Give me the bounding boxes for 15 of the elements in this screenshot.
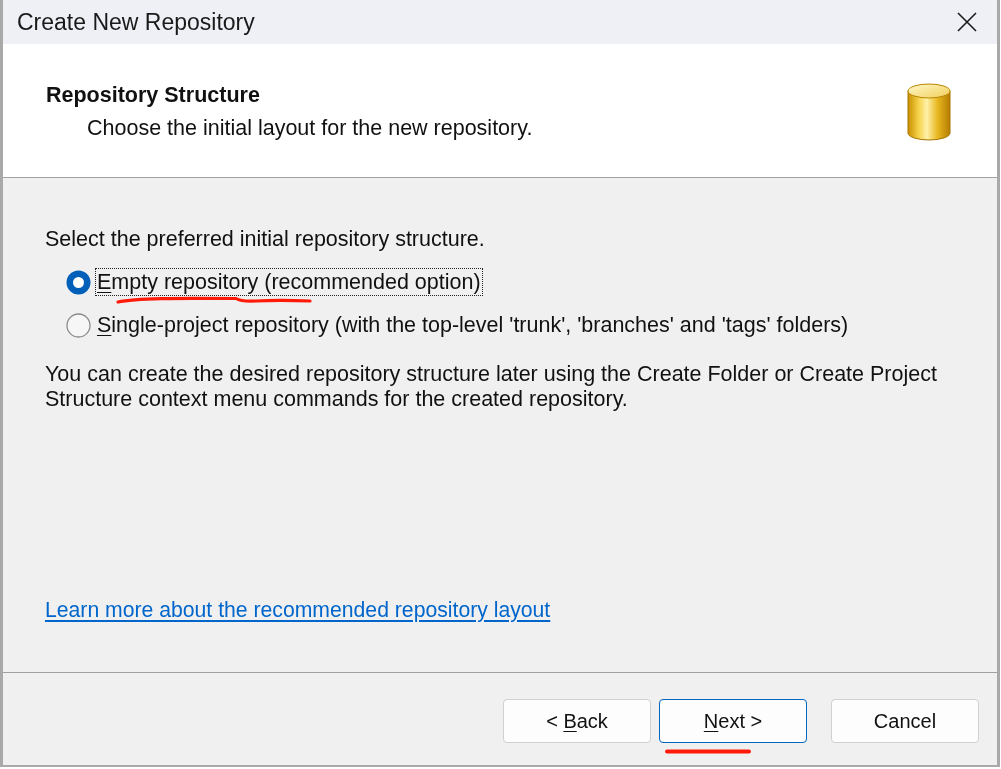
radio-label[interactable]: Empty repository (recommended option) — [96, 269, 482, 295]
learn-more-link[interactable]: Learn more about the recommended repository layout — [45, 597, 551, 623]
page-title: Repository Structure — [46, 82, 260, 109]
dialog-button[interactable]: Cancel — [831, 699, 979, 743]
radio-icon[interactable] — [66, 312, 91, 338]
database-cylinder-icon — [907, 83, 951, 141]
prompt-text: Select the preferred initial repository structure. — [45, 226, 485, 252]
dialog-button[interactable]: < Back — [503, 699, 651, 743]
window-title: Create New Repository — [17, 8, 255, 36]
radio-label[interactable]: Single-project repository (with the top-level 'trunk', 'branches' and 'tags' folders) — [96, 312, 850, 338]
radio-selected-icon[interactable] — [66, 269, 91, 295]
close-icon[interactable] — [957, 12, 977, 32]
info-text: You can create the desired repository structure later using the Create Folder or Create Project Structure context menu commands for the created repository. — [45, 362, 938, 412]
page-subtitle: Choose the initial layout for the new repository. — [87, 115, 533, 141]
dialog-button[interactable]: Next > — [659, 699, 807, 743]
